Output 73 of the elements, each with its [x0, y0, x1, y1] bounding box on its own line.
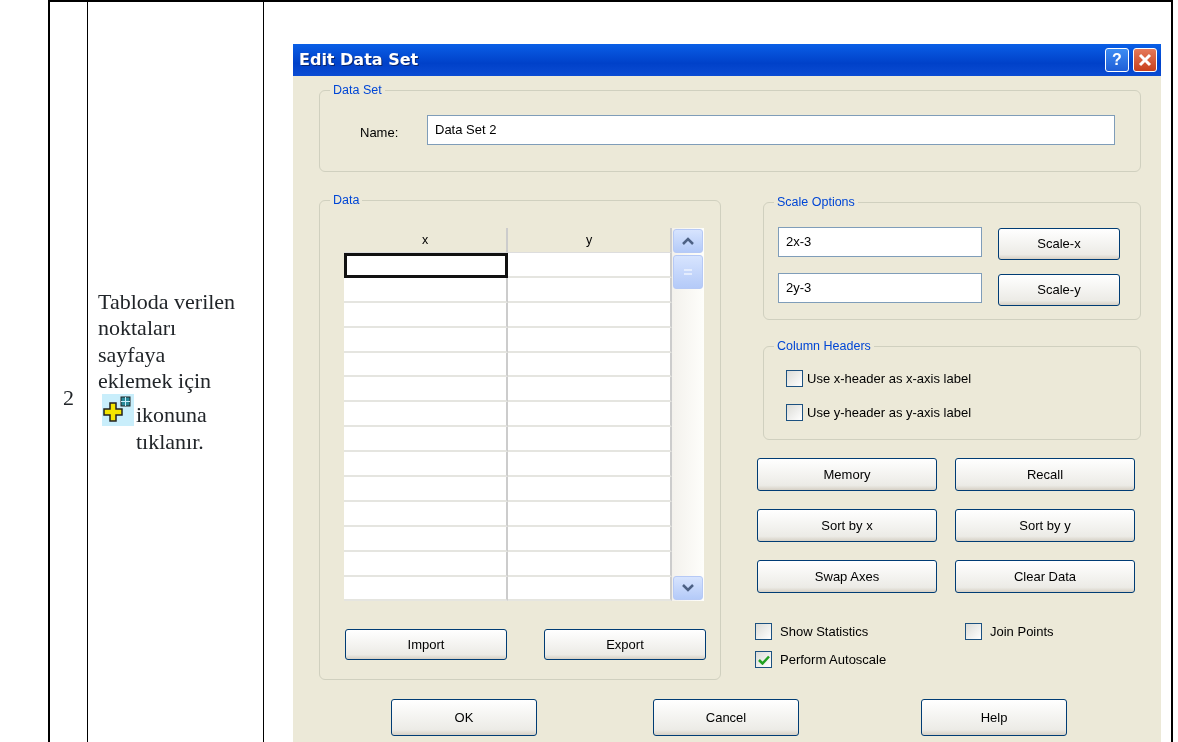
- table-cell[interactable]: [508, 277, 672, 303]
- help-button[interactable]: ?: [1105, 48, 1129, 72]
- check-icon: [757, 654, 770, 665]
- scale-button[interactable]: Scale-y: [998, 274, 1120, 306]
- grip-icon: [683, 268, 693, 276]
- window-title: Edit Data Set: [299, 49, 419, 71]
- dialog-button[interactable]: OK: [391, 699, 537, 736]
- action-button[interactable]: Swap Axes: [757, 560, 937, 593]
- export-button[interactable]: Export: [544, 629, 706, 660]
- checkbox[interactable]: [965, 623, 982, 641]
- checkbox-label: Perform Autoscale: [780, 651, 887, 669]
- table-cell[interactable]: [344, 526, 508, 552]
- chevron-down-icon: [682, 584, 694, 592]
- instruction-text: ikonuna tıklanır.: [136, 401, 208, 456]
- table-cell[interactable]: [344, 551, 508, 577]
- table-cell[interactable]: [508, 402, 672, 428]
- checkbox[interactable]: [786, 404, 803, 422]
- action-button[interactable]: Memory: [757, 458, 937, 491]
- checkbox[interactable]: [755, 651, 772, 669]
- column-header[interactable]: y: [508, 228, 672, 253]
- table-cell[interactable]: [344, 452, 508, 477]
- table-cell[interactable]: [508, 477, 672, 502]
- dialog-button[interactable]: Cancel: [653, 699, 799, 736]
- scale-button[interactable]: Scale-x: [998, 228, 1120, 260]
- row-number: 2: [63, 383, 74, 412]
- close-icon: [1138, 53, 1152, 67]
- checkbox-label: Show Statistics: [780, 623, 869, 641]
- table-cell[interactable]: [508, 327, 672, 353]
- table-cell[interactable]: [508, 377, 672, 403]
- checkbox-label: Use x-header as x-axis label: [807, 370, 972, 388]
- scroll-up-button[interactable]: [673, 229, 703, 253]
- table-cell[interactable]: [344, 427, 508, 453]
- table-cell[interactable]: [344, 302, 508, 328]
- table-cell[interactable]: [344, 501, 508, 527]
- table-cell[interactable]: [508, 501, 672, 527]
- checkbox-label: Join Points: [990, 623, 1054, 641]
- checkbox-label: Use y-header as y-axis label: [807, 404, 972, 422]
- dialog-button[interactable]: Help: [921, 699, 1067, 736]
- table-cell[interactable]: [508, 551, 672, 577]
- checkbox[interactable]: [755, 623, 772, 641]
- table-cell[interactable]: [344, 477, 508, 502]
- formula-field[interactable]: 2y-3: [778, 273, 982, 303]
- action-button[interactable]: Clear Data: [955, 560, 1135, 593]
- formula-field[interactable]: 2x-3: [778, 227, 982, 257]
- table-cell[interactable]: [344, 576, 508, 602]
- table-cell[interactable]: [344, 277, 508, 303]
- table-cell[interactable]: [344, 327, 508, 353]
- action-button[interactable]: Sort by x: [757, 509, 937, 542]
- table-cell[interactable]: [508, 452, 672, 477]
- field-label: Name:: [360, 124, 399, 142]
- table-cell[interactable]: [344, 377, 508, 403]
- instruction-text: Tabloda verilen noktaları sayfaya eklemek için: [98, 288, 237, 395]
- action-button[interactable]: Sort by y: [955, 509, 1135, 542]
- action-button[interactable]: Recall: [955, 458, 1135, 491]
- table-cell[interactable]: [344, 352, 508, 378]
- group-label: Scale Options: [774, 194, 858, 210]
- name-field[interactable]: Data Set 2: [427, 115, 1115, 145]
- table-cell[interactable]: [344, 402, 508, 428]
- add-points-icon: [102, 394, 134, 427]
- table-cell[interactable]: [508, 427, 672, 453]
- table-cell[interactable]: [508, 253, 672, 278]
- table-cell[interactable]: [508, 302, 672, 328]
- scroll-down-button[interactable]: [673, 576, 703, 600]
- table-cell[interactable]: [344, 253, 508, 278]
- scrollbar-thumb[interactable]: [673, 255, 703, 289]
- checkbox[interactable]: [786, 370, 803, 388]
- column-header[interactable]: x: [344, 228, 508, 253]
- table-cell[interactable]: [508, 352, 672, 378]
- import-button[interactable]: Import: [345, 629, 507, 660]
- table-cell[interactable]: [508, 526, 672, 552]
- chevron-up-icon: [682, 237, 694, 245]
- table-cell[interactable]: [508, 576, 672, 602]
- close-button[interactable]: [1133, 48, 1157, 72]
